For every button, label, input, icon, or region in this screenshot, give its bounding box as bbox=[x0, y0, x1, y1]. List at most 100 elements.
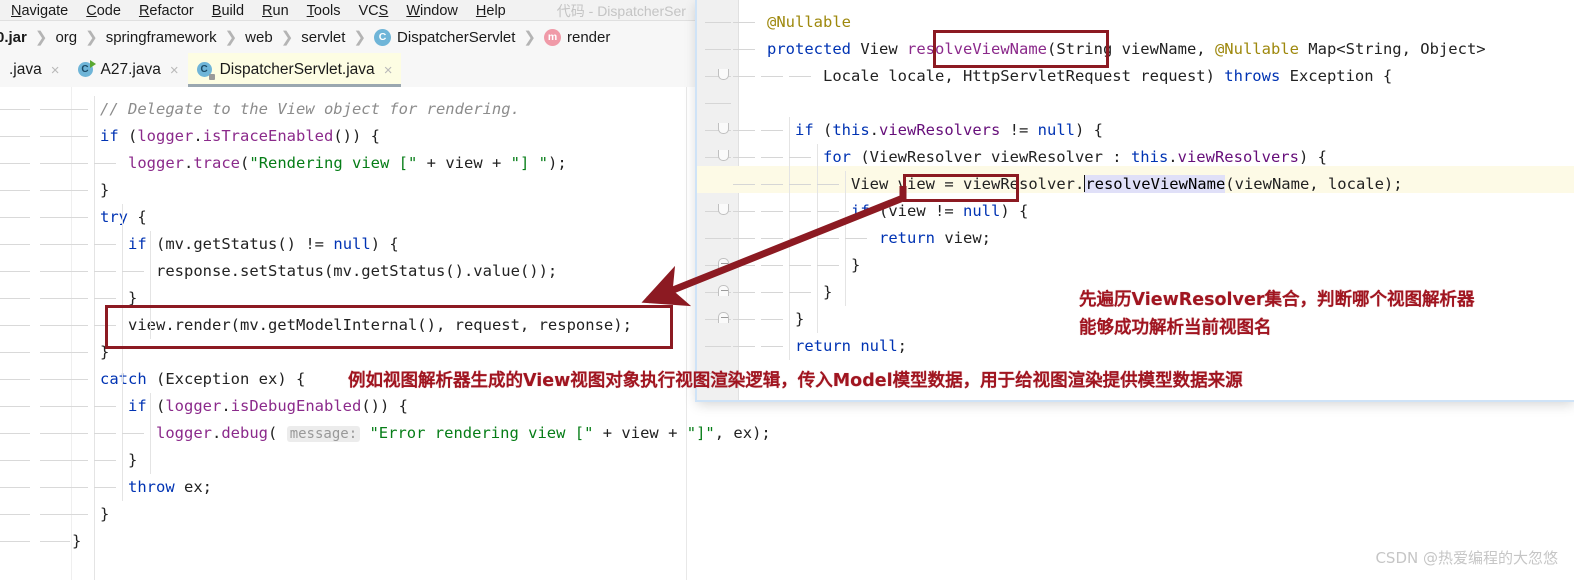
code-fold-marker[interactable] bbox=[718, 150, 729, 161]
gutter-tick bbox=[0, 487, 30, 488]
menu-item-code[interactable]: Code bbox=[77, 1, 130, 21]
popup-code-line[interactable]: protected View resolveViewName(String vi… bbox=[767, 36, 1486, 63]
breadcrumb-item-org[interactable]: org bbox=[55, 29, 77, 46]
code-token: "] " bbox=[510, 154, 548, 172]
menu-item-build[interactable]: Build bbox=[203, 1, 253, 21]
menu-item-run[interactable]: Run bbox=[253, 1, 298, 21]
menu-item-help[interactable]: Help bbox=[467, 1, 515, 21]
popup-indent-dash bbox=[761, 292, 783, 293]
code-fold-marker[interactable] bbox=[718, 285, 729, 296]
code-fold-marker[interactable] bbox=[718, 312, 729, 323]
close-icon[interactable]: × bbox=[51, 62, 60, 79]
menu-item-navigate[interactable]: Navigate bbox=[2, 1, 77, 21]
code-line[interactable]: // Delegate to the View object for rende… bbox=[100, 96, 520, 123]
popup-indent-dash bbox=[733, 319, 755, 320]
code-line[interactable]: logger.trace("Rendering view [" + view +… bbox=[128, 150, 567, 177]
menu-item-tools[interactable]: Tools bbox=[298, 1, 350, 21]
popup-indent-dash bbox=[761, 319, 783, 320]
popup-gutter-tick bbox=[705, 103, 731, 104]
popup-code-token: ) { bbox=[1000, 202, 1029, 220]
breadcrumb-item-dispatcherservlet[interactable]: C DispatcherServlet bbox=[374, 28, 515, 46]
popup-indent-dash bbox=[733, 184, 755, 185]
code-token: null bbox=[333, 235, 371, 253]
menu-item-vcs[interactable]: VCS bbox=[350, 1, 398, 21]
code-line[interactable]: logger.debug( message: "Error rendering … bbox=[156, 420, 771, 447]
indent-dash bbox=[66, 352, 88, 353]
menu-item-window[interactable]: Window bbox=[397, 1, 467, 21]
popup-indent-dash bbox=[761, 157, 783, 158]
close-icon[interactable]: × bbox=[384, 62, 393, 79]
code-line[interactable]: } bbox=[100, 501, 109, 528]
code-token: trace bbox=[193, 154, 241, 172]
code-line[interactable]: throw ex; bbox=[128, 474, 212, 501]
code-token: . bbox=[212, 424, 222, 442]
code-line[interactable]: try { bbox=[100, 204, 147, 231]
code-fold-marker[interactable] bbox=[718, 123, 729, 134]
editor-tab-a27java[interactable]: C A27.java × bbox=[69, 53, 188, 87]
popup-code-line[interactable]: @Nullable bbox=[767, 9, 851, 36]
code-token: + view + bbox=[417, 154, 511, 172]
popup-indent-dash bbox=[789, 265, 811, 266]
code-line[interactable]: catch (Exception ex) { bbox=[100, 366, 305, 393]
gutter-tick bbox=[0, 190, 30, 191]
code-token: "Rendering view [" bbox=[249, 154, 418, 172]
popup-code-line[interactable]: if (view != null) { bbox=[851, 198, 1028, 225]
indent-dash bbox=[122, 433, 144, 434]
popup-indent-dash bbox=[789, 238, 811, 239]
popup-code-line[interactable]: } bbox=[823, 279, 832, 306]
popup-code-token: ) { bbox=[1298, 148, 1327, 166]
editor-tab-dispatcherservletjava[interactable]: C DispatcherServlet.java × bbox=[187, 53, 402, 87]
popup-code-line[interactable]: for (ViewResolver viewResolver : this.vi… bbox=[823, 144, 1327, 171]
editor-tab-java[interactable]: .java × bbox=[0, 53, 69, 87]
popup-code-line[interactable]: } bbox=[795, 306, 804, 333]
popup-indent-dash bbox=[789, 157, 811, 158]
indent-dash bbox=[94, 406, 116, 407]
code-token: logger bbox=[128, 154, 184, 172]
indent-dash bbox=[122, 271, 144, 272]
popup-code-line[interactable]: if (this.viewResolvers != null) { bbox=[795, 117, 1103, 144]
popup-code-token: Exception { bbox=[1280, 67, 1393, 85]
code-token: isTraceEnabled bbox=[202, 127, 334, 145]
breadcrumb-item-springframework[interactable]: springframework bbox=[106, 29, 217, 46]
menu-item-refactor[interactable]: Refactor bbox=[130, 1, 203, 21]
close-icon[interactable]: × bbox=[170, 62, 179, 79]
quick-definition-popup[interactable]: @Nullable protected View resolveViewName(… bbox=[697, 0, 1574, 400]
indent-dash bbox=[94, 298, 116, 299]
code-line[interactable]: } bbox=[100, 177, 109, 204]
gutter-tick bbox=[0, 271, 30, 272]
code-fold-marker[interactable] bbox=[718, 204, 729, 215]
code-line[interactable]: if (logger.isTraceEnabled()) { bbox=[100, 123, 380, 150]
popup-indent-dash bbox=[817, 238, 839, 239]
indent-dash bbox=[66, 379, 88, 380]
indent-guide bbox=[122, 204, 123, 501]
code-fold-marker[interactable] bbox=[718, 69, 729, 80]
code-line[interactable]: if (logger.isDebugEnabled()) { bbox=[128, 393, 408, 420]
popup-code-line[interactable]: return view; bbox=[879, 225, 991, 252]
breadcrumb-label: render bbox=[567, 28, 611, 46]
indent-guide bbox=[94, 96, 95, 580]
gutter-tick bbox=[0, 460, 30, 461]
editor-tab-label: A27.java bbox=[100, 61, 161, 78]
popup-code-area[interactable]: @Nullable protected View resolveViewName(… bbox=[739, 0, 1574, 400]
code-token: // Delegate to the View object for rende… bbox=[100, 100, 520, 118]
popup-indent-dash bbox=[817, 211, 839, 212]
code-token: ()) { bbox=[333, 127, 381, 145]
code-line[interactable]: response.setStatus(mv.getStatus().value(… bbox=[156, 258, 557, 285]
code-line[interactable]: } bbox=[128, 447, 137, 474]
breadcrumb-item-0jar[interactable]: 0.jar bbox=[0, 29, 27, 46]
code-token: logger bbox=[156, 424, 212, 442]
code-line[interactable]: if (mv.getStatus() != null) { bbox=[128, 231, 399, 258]
breadcrumb-separator: ❯ bbox=[34, 29, 48, 46]
popup-code-line[interactable]: } bbox=[851, 252, 860, 279]
popup-gutter-tick bbox=[705, 49, 731, 50]
code-fold-marker[interactable] bbox=[718, 258, 729, 269]
breadcrumb-item-servlet[interactable]: servlet bbox=[301, 29, 345, 46]
breadcrumb-item-web[interactable]: web bbox=[245, 29, 273, 46]
breadcrumb-item-render[interactable]: m render bbox=[544, 28, 611, 46]
code-line[interactable]: } bbox=[72, 528, 81, 555]
popup-indent-dash bbox=[761, 184, 783, 185]
code-token: } bbox=[100, 181, 110, 199]
popup-indent-dash bbox=[789, 184, 811, 185]
editor-tab-label: .java bbox=[9, 61, 42, 78]
popup-code-line[interactable]: return null; bbox=[795, 333, 907, 360]
